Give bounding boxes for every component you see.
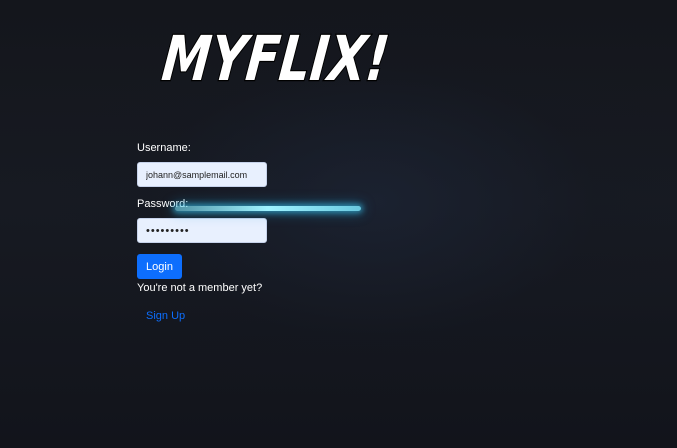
username-label: Username: xyxy=(137,142,191,154)
login-form: Username: Password: Login You're not a m… xyxy=(137,142,377,324)
logo-text: MYFLIX! xyxy=(160,22,390,88)
password-input[interactable] xyxy=(137,218,267,243)
member-prompt-text: You're not a member yet? xyxy=(137,282,263,294)
username-input[interactable] xyxy=(137,162,267,187)
login-button[interactable]: Login xyxy=(137,254,182,279)
signup-link[interactable]: Sign Up xyxy=(146,310,185,322)
myflix-logo: MYFLIX! xyxy=(160,8,390,88)
glow-streak-decoration xyxy=(175,206,361,211)
myflix-logo-art: MYFLIX! xyxy=(160,21,390,88)
